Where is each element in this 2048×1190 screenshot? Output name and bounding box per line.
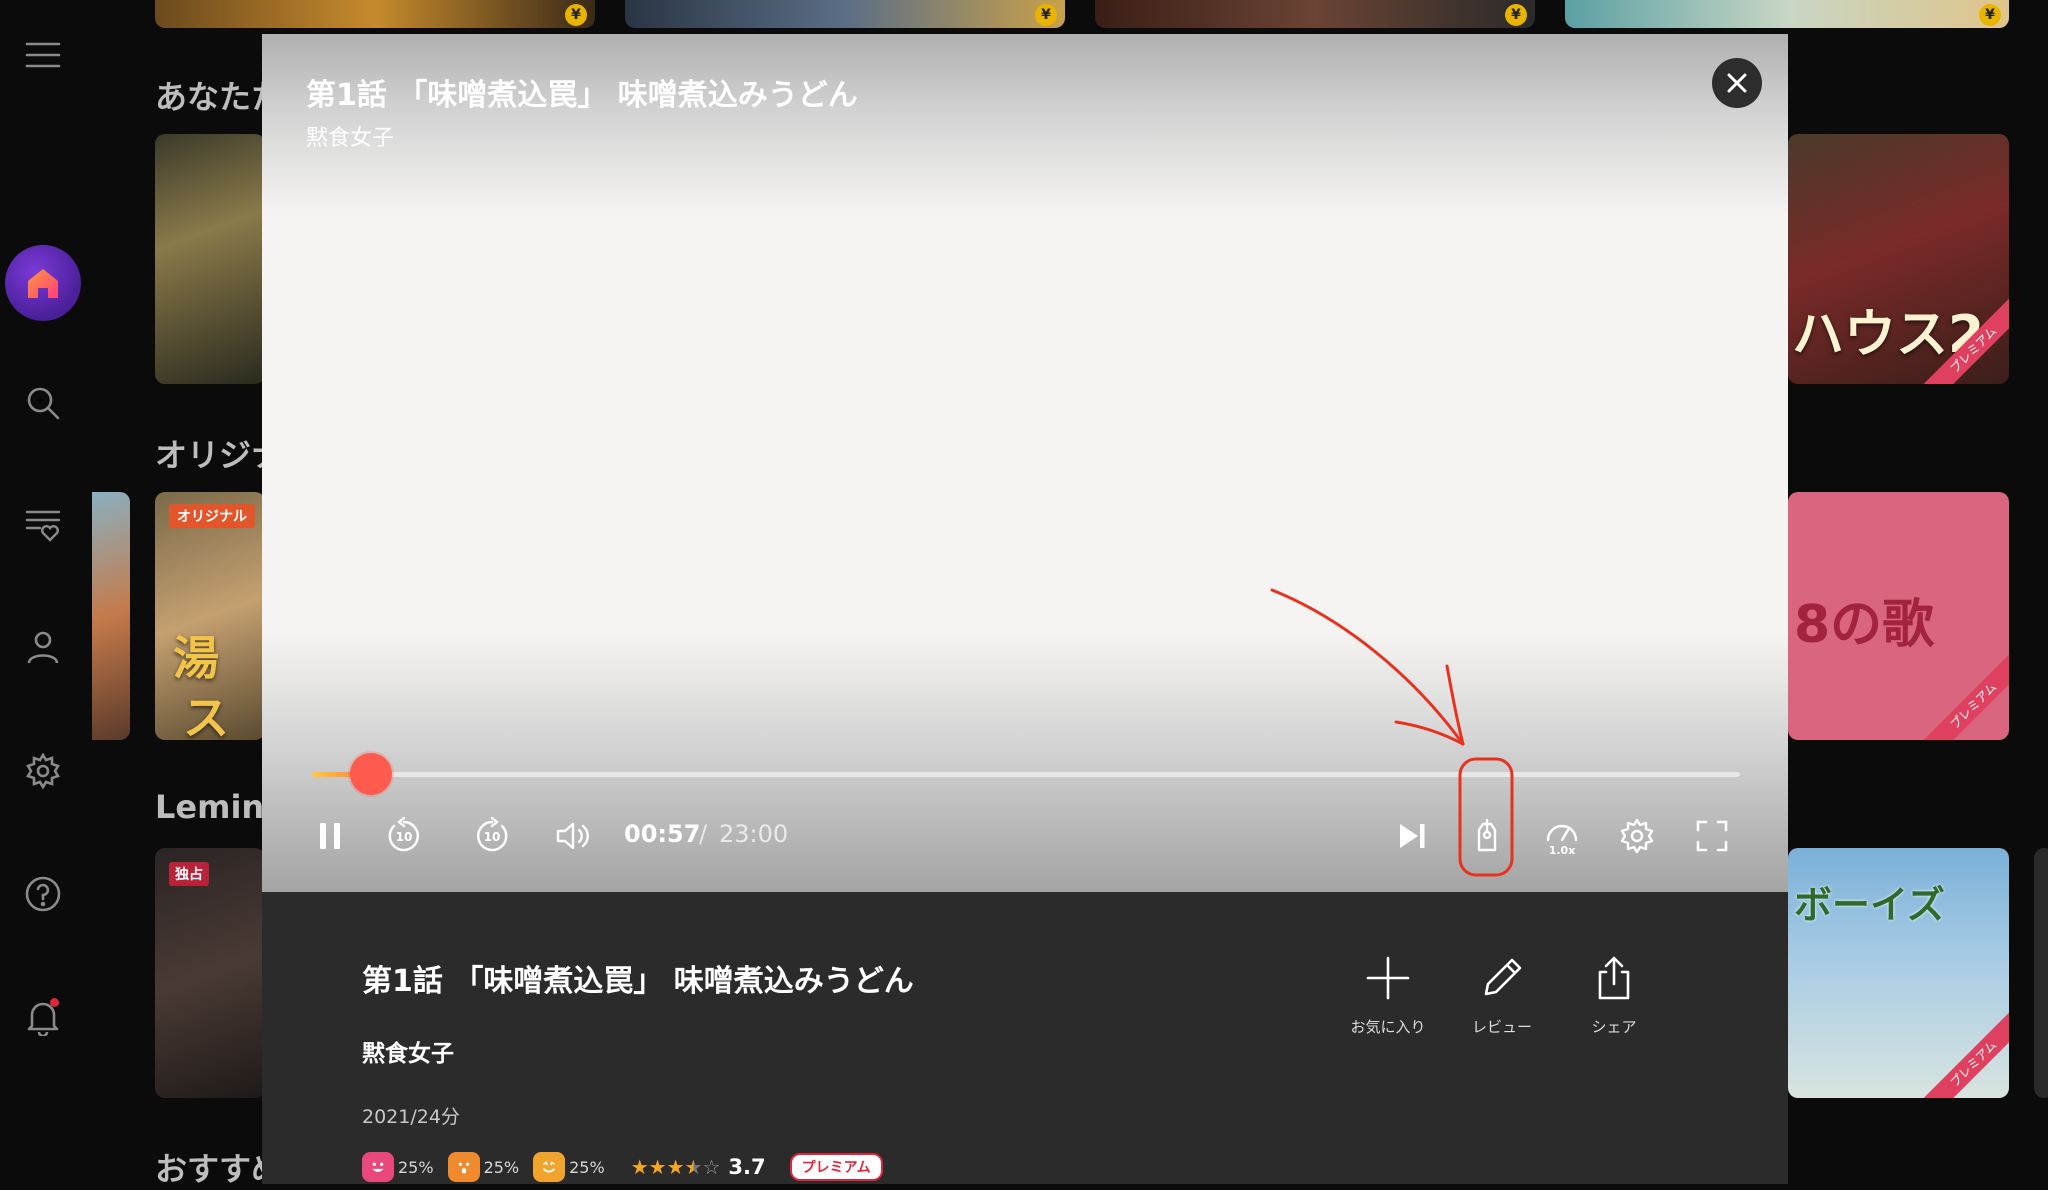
bookmark-button[interactable]: [1463, 812, 1511, 860]
yen-icon: ¥: [1979, 4, 2001, 26]
review-label: レビュー: [1471, 1018, 1532, 1036]
star-half-icon: ★: [684, 1155, 703, 1179]
rating-score: 3.7: [728, 1155, 766, 1179]
thumbnail-title: 8の歌: [1794, 595, 1935, 655]
player-title: 第1話 「味噌煮込罠」 味噌煮込みうどん: [306, 78, 858, 113]
gear-icon: [1620, 818, 1654, 854]
profile-icon[interactable]: [20, 624, 66, 670]
top-gradient: [262, 34, 1788, 214]
thumbnail[interactable]: オリジナル 湯 ス: [155, 492, 265, 740]
fullscreen-icon: [1696, 820, 1728, 852]
exclusive-tag: 独占: [169, 862, 209, 886]
thumbnail-title: 湯: [173, 631, 219, 685]
thumbnail[interactable]: [155, 134, 265, 384]
video-modal: 第1話 「味噌煮込罠」 味噌煮込みうどん 黙食女子 10 10 00:57 / …: [262, 34, 1788, 1184]
menu-icon[interactable]: [20, 32, 66, 78]
settings-icon[interactable]: [20, 748, 66, 794]
nav-home[interactable]: [5, 245, 81, 321]
settings-button[interactable]: [1613, 812, 1661, 860]
close-button[interactable]: [1712, 58, 1762, 108]
volume-icon: [556, 822, 589, 850]
share-button[interactable]: シェア: [1559, 954, 1669, 1037]
thumbnail[interactable]: ボーイズ プレミアム: [1788, 848, 2009, 1098]
premium-badge: プレミアム: [789, 1153, 883, 1181]
svg-text:10: 10: [484, 830, 501, 844]
fullscreen-button[interactable]: [1688, 812, 1736, 860]
skip-next-icon: [1400, 824, 1425, 848]
thumbnail[interactable]: [92, 492, 130, 740]
favorite-list-icon[interactable]: [20, 502, 66, 548]
surprised-face-icon: [447, 1152, 480, 1182]
time-separator: /: [699, 820, 708, 848]
reaction-percent: 25%: [569, 1157, 605, 1177]
total-time: 23:00: [719, 820, 789, 848]
rating-row: 25% 25% 25% ★ ★ ★ ★ ☆ 3.7 プレミアム: [362, 1150, 883, 1184]
thumbnail-title: ボーイズ: [1794, 883, 1945, 927]
premium-ribbon: プレミアム: [1916, 1006, 2009, 1098]
svg-text:1.0x: 1.0x: [1549, 844, 1576, 856]
thumbnail[interactable]: [2034, 848, 2048, 1098]
star-empty-icon: ☆: [702, 1155, 721, 1179]
bell-icon[interactable]: [20, 994, 66, 1040]
notification-badge: [50, 998, 59, 1007]
thumbnail[interactable]: 8の歌 プレミアム: [1788, 492, 2009, 740]
rewind-10-icon: 10: [388, 816, 419, 852]
pause-button[interactable]: [306, 812, 354, 860]
volume-button[interactable]: [549, 812, 597, 860]
help-icon[interactable]: [20, 871, 66, 917]
plus-icon: [1366, 956, 1410, 1000]
pause-icon: [320, 823, 340, 849]
player-subtitle: 黙食女子: [306, 126, 395, 151]
video-player[interactable]: 第1話 「味噌煮込罠」 味噌煮込みうどん 黙食女子 10 10 00:57 / …: [262, 34, 1788, 892]
yen-icon: ¥: [1035, 4, 1057, 26]
svg-text:10: 10: [396, 830, 413, 844]
bookmark-tag-icon: [1477, 819, 1497, 852]
home-icon: [28, 269, 58, 298]
star-rating: ★ ★ ★ ★ ☆: [631, 1157, 721, 1177]
thumbnail[interactable]: ¥: [1095, 0, 1535, 28]
reaction-percent: 25%: [483, 1157, 520, 1177]
search-icon[interactable]: [20, 380, 66, 426]
star-full-icon: ★: [648, 1155, 667, 1179]
thumbnail[interactable]: ¥: [1565, 0, 2009, 28]
speed-icon: 1.0x: [1546, 824, 1578, 856]
star-full-icon: ★: [630, 1155, 649, 1179]
add-favorite-button[interactable]: お気に入り: [1333, 954, 1443, 1037]
thumbnail-title: ス: [183, 691, 229, 740]
yen-icon: ¥: [565, 4, 587, 26]
review-button[interactable]: レビュー: [1447, 954, 1557, 1037]
pencil-icon: [1484, 958, 1522, 996]
thumbnail[interactable]: ¥: [625, 0, 1065, 28]
series-title[interactable]: 黙食女子: [362, 1034, 454, 1068]
current-time: 00:57: [624, 820, 701, 848]
yen-icon: ¥: [1505, 4, 1527, 26]
share-label: シェア: [1591, 1018, 1637, 1036]
reaction-percent: 25%: [398, 1157, 434, 1177]
excited-face-icon: [533, 1152, 566, 1182]
episode-title: 第1話 「味噌煮込罠」 味噌煮込みうどん: [362, 964, 914, 999]
sidebar: [0, 0, 86, 1184]
episode-meta: 2021/24分: [362, 1106, 460, 1128]
seek-handle[interactable]: [349, 753, 392, 795]
forward-10-icon: 10: [477, 816, 508, 852]
close-icon: [1727, 73, 1747, 93]
original-tag: オリジナル: [169, 504, 255, 528]
seek-bar[interactable]: [312, 753, 1740, 795]
next-episode-button[interactable]: [1388, 812, 1436, 860]
premium-ribbon: プレミアム: [1916, 648, 2009, 740]
favorite-label: お気に入り: [1350, 1018, 1426, 1036]
thumbnail[interactable]: ハウス2 プレミアム: [1788, 134, 2009, 384]
rewind-10-button[interactable]: 10: [380, 812, 428, 860]
share-icon: [1598, 956, 1630, 1000]
star-full-icon: ★: [666, 1155, 685, 1179]
forward-10-button[interactable]: 10: [468, 812, 516, 860]
thumbnail[interactable]: 独占: [155, 848, 265, 1098]
playback-speed-button[interactable]: 1.0x: [1538, 812, 1586, 860]
laugh-face-icon: [362, 1152, 394, 1182]
thumbnail[interactable]: ¥: [155, 0, 595, 28]
